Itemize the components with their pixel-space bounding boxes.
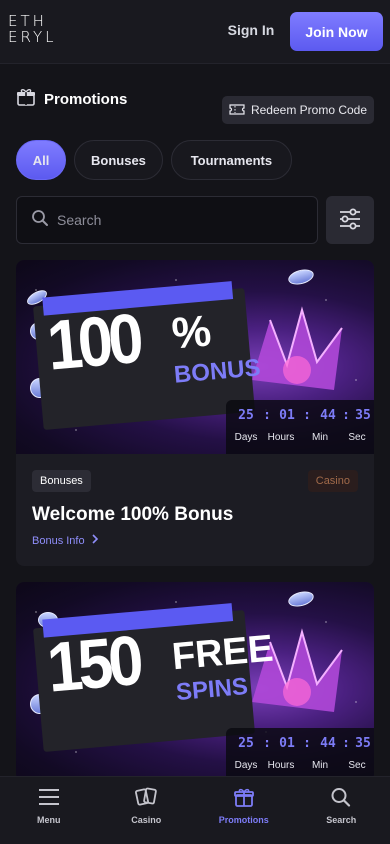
nav-search-label: Search	[326, 815, 357, 825]
tab-all[interactable]: All	[16, 140, 66, 180]
timer-sec: 35	[355, 736, 371, 751]
join-now-button[interactable]: Join Now	[290, 12, 383, 51]
menu-icon	[38, 787, 60, 809]
label-sec: Sec	[348, 432, 366, 443]
redeem-label: Redeem Promo Code	[250, 103, 368, 117]
nav-menu[interactable]: Menu	[0, 777, 98, 844]
nav-promotions-label: Promotions	[218, 815, 269, 825]
promo-tabs: All Bonuses Tournaments	[16, 140, 292, 180]
tab-tournaments[interactable]: Tournaments	[170, 140, 292, 180]
brand-logo[interactable]: ETH ERYL	[8, 13, 54, 45]
promo-card[interactable]: 150 FREE SPINS 25 : 01 : 44 : 35 Days Ho…	[16, 582, 374, 782]
bonus-info-link[interactable]: Bonus Info	[32, 534, 99, 547]
logo-line-2: ERYL	[8, 28, 57, 46]
timer-min: 44	[320, 408, 336, 423]
tab-bonuses[interactable]: Bonuses	[74, 140, 163, 180]
cards-icon	[135, 787, 158, 809]
top-header: ETH ERYL Sign In Join Now	[0, 0, 390, 64]
label-days: Days	[234, 432, 258, 443]
sliders-icon	[338, 208, 362, 233]
countdown-timer: 25 : 01 : 44 : 35 Days Hours Min Sec	[226, 400, 374, 454]
label-days: Days	[234, 760, 258, 771]
label-min: Min	[311, 760, 329, 771]
promo-side-top: FREE	[170, 627, 275, 679]
nav-menu-label: Menu	[37, 815, 61, 825]
label-hours: Hours	[267, 760, 295, 771]
promo-banner: 100 % BONUS 25 : 01 : 44 : 35 Days Hours…	[16, 260, 374, 454]
promo-banner: 150 FREE SPINS 25 : 01 : 44 : 35 Days Ho…	[16, 582, 374, 776]
timer-days: 25	[238, 736, 254, 751]
search-icon	[31, 209, 49, 232]
label-hours: Hours	[267, 432, 295, 443]
search-input[interactable]	[57, 212, 297, 228]
label-sec: Sec	[348, 760, 366, 771]
ticket-icon	[229, 103, 245, 118]
search-box[interactable]	[16, 196, 318, 244]
nav-promotions[interactable]: Promotions	[195, 777, 293, 844]
bonus-info-label: Bonus Info	[32, 534, 85, 547]
chevron-right-icon	[91, 534, 99, 547]
gift-icon	[16, 87, 36, 112]
category-badge: Bonuses	[32, 470, 91, 492]
promo-big-number: 100	[44, 299, 143, 385]
redeem-promo-button[interactable]: Redeem Promo Code	[222, 96, 374, 124]
countdown-timer: 25 : 01 : 44 : 35 Days Hours Min Sec	[226, 728, 374, 776]
promo-side-top: %	[169, 306, 214, 359]
gift-icon	[233, 787, 255, 809]
filter-button[interactable]	[326, 196, 374, 244]
timer-hours: 01	[279, 736, 295, 751]
timer-days: 25	[238, 408, 254, 423]
timer-sec: 35	[355, 408, 371, 423]
nav-casino[interactable]: Casino	[98, 777, 196, 844]
casino-badge: Casino	[307, 470, 358, 492]
timer-hours: 01	[279, 408, 295, 423]
bottom-nav: Menu Casino Promotions Search	[0, 776, 390, 844]
logo-line-1: ETH	[8, 12, 47, 30]
timer-min: 44	[320, 736, 336, 751]
promotions-heading: Promotions	[16, 87, 127, 112]
sign-in-button[interactable]: Sign In	[222, 22, 280, 38]
label-min: Min	[311, 432, 329, 443]
crown-illustration	[242, 290, 372, 415]
page-title: Promotions	[44, 91, 128, 108]
nav-casino-label: Casino	[131, 815, 162, 825]
search-icon	[330, 787, 352, 809]
promo-card[interactable]: 100 % BONUS 25 : 01 : 44 : 35 Days Hours…	[16, 260, 374, 566]
nav-search[interactable]: Search	[293, 777, 390, 844]
promo-card-body: Bonuses Casino Welcome 100% Bonus Bonus …	[16, 454, 374, 566]
promo-big-number: 150	[44, 621, 143, 707]
promo-title: Welcome 100% Bonus	[32, 504, 234, 525]
